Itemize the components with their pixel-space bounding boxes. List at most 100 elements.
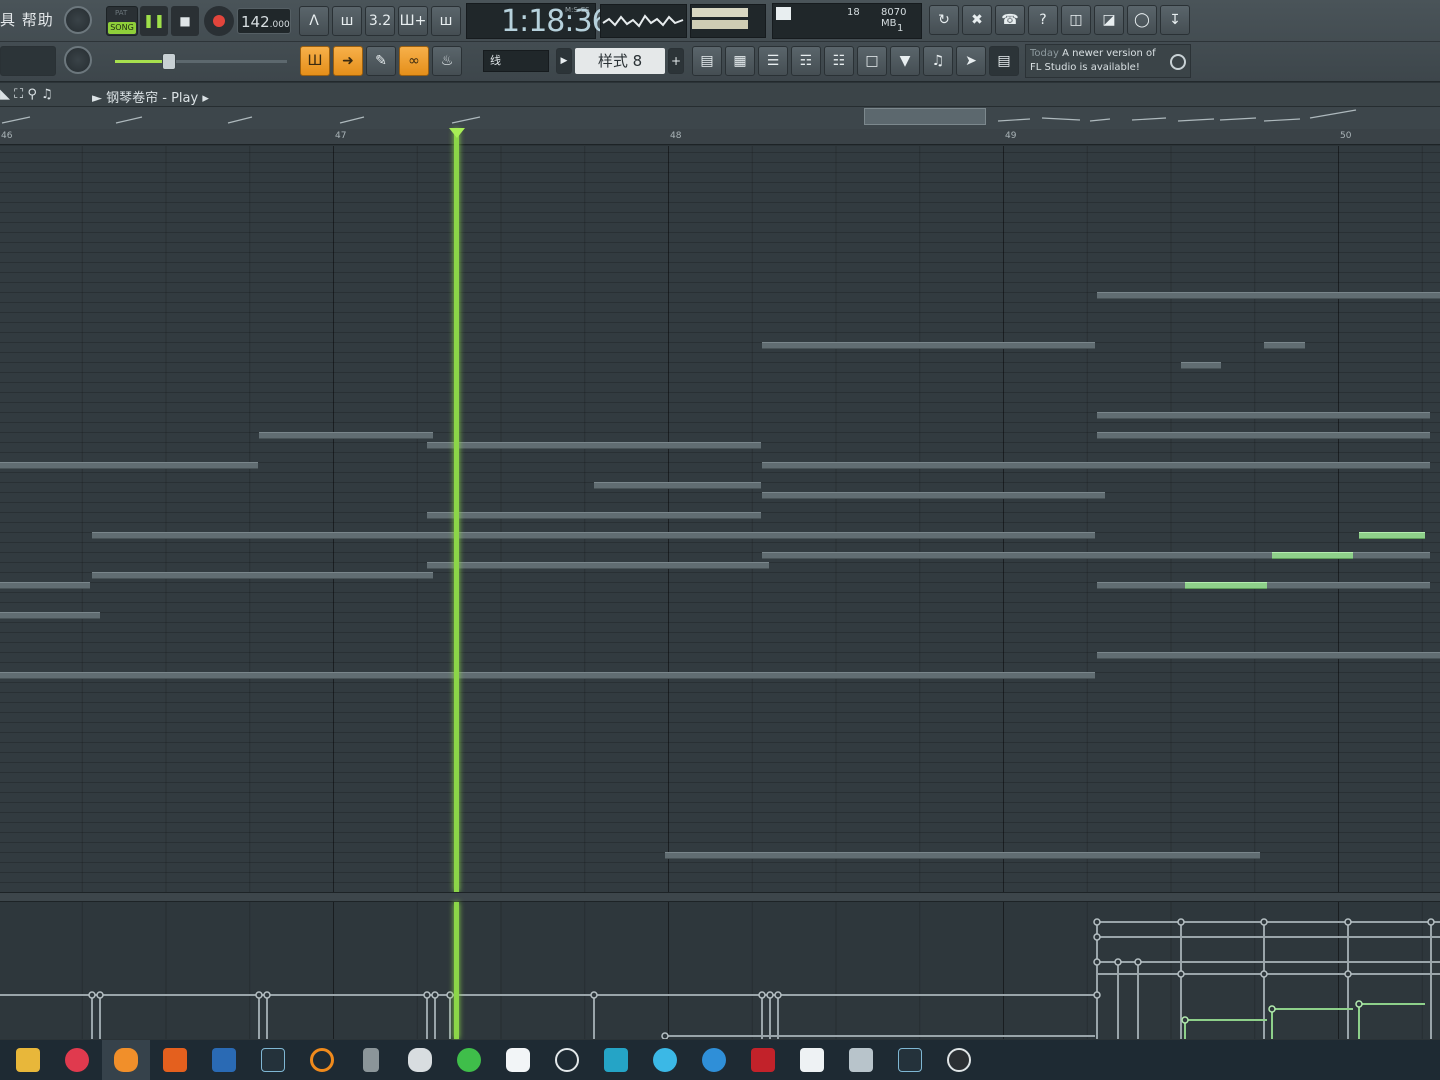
- event-editor-splitter[interactable]: [0, 892, 1440, 902]
- gecko-icon[interactable]: [408, 1048, 432, 1072]
- countdown-button[interactable]: 3.2: [365, 6, 395, 36]
- note[interactable]: [1097, 412, 1430, 419]
- master-volume-thumb[interactable]: [162, 53, 176, 70]
- plugin-button[interactable]: ▼: [890, 46, 920, 76]
- note[interactable]: [1097, 652, 1440, 659]
- pattern-selector[interactable]: 样式 8: [575, 48, 665, 74]
- pattern-prev-button[interactable]: ▶: [556, 48, 572, 74]
- loop-record-button[interactable]: ш: [431, 6, 461, 36]
- file-explorer-icon[interactable]: [16, 1048, 40, 1072]
- undo-history-button[interactable]: ↻: [929, 5, 959, 35]
- download-button[interactable]: ↧: [1160, 5, 1190, 35]
- chat-button[interactable]: ◯: [1127, 5, 1157, 35]
- fl-studio-icon[interactable]: [114, 1048, 138, 1072]
- time-display[interactable]: 1:18:36 M:S:CS: [466, 3, 611, 39]
- piano-roll-tool-icons[interactable]: ◣ ⛶ ⚲ ♫: [0, 87, 53, 102]
- mic-button[interactable]: ☎: [995, 5, 1025, 35]
- help-button[interactable]: ?: [1028, 5, 1058, 35]
- note[interactable]: [259, 432, 433, 439]
- note[interactable]: [1097, 432, 1430, 439]
- note[interactable]: [0, 462, 258, 469]
- wavelab-icon[interactable]: [751, 1048, 775, 1072]
- tempo-tapper-button[interactable]: ♫: [923, 46, 953, 76]
- wechat-icon[interactable]: [457, 1048, 481, 1072]
- piano-roll-overview[interactable]: [0, 107, 1440, 129]
- snap-select[interactable]: 线: [483, 50, 549, 72]
- cut-button[interactable]: ✖: [962, 5, 992, 35]
- note[interactable]: [0, 672, 1095, 679]
- step-edit-button[interactable]: Ш+: [398, 6, 428, 36]
- link-button[interactable]: ∞: [399, 46, 429, 76]
- note[interactable]: [427, 512, 761, 519]
- note[interactable]: [92, 572, 433, 579]
- timeline-ruler[interactable]: 46 47 48 49 50: [0, 129, 1440, 145]
- add-pattern-button[interactable]: +: [668, 48, 684, 74]
- studio-app-icon[interactable]: [163, 1048, 187, 1072]
- note[interactable]: [427, 562, 769, 569]
- netease-music-icon[interactable]: [65, 1048, 89, 1072]
- record-button[interactable]: [204, 6, 234, 36]
- openai-icon[interactable]: [555, 1048, 579, 1072]
- note[interactable]: [665, 852, 1260, 859]
- globe-icon[interactable]: [1170, 54, 1186, 70]
- note[interactable]: [762, 342, 1095, 349]
- photos-icon[interactable]: [849, 1048, 873, 1072]
- dots-app-icon[interactable]: [800, 1048, 824, 1072]
- note[interactable]: [594, 482, 761, 489]
- cpu-memory-panel[interactable]: 18 8070 MB 1: [772, 3, 922, 39]
- selected-note[interactable]: [1272, 552, 1353, 559]
- nuendo-2-icon[interactable]: [898, 1048, 922, 1072]
- oscilloscope[interactable]: [600, 4, 687, 38]
- note[interactable]: [92, 532, 1095, 539]
- pat-song-toggle[interactable]: PAT SONG: [106, 6, 138, 36]
- feedback-button[interactable]: ➤: [956, 46, 986, 76]
- piano-roll-button[interactable]: Ш: [300, 46, 330, 76]
- pause-button[interactable]: ❚❚: [140, 6, 168, 36]
- velocity-editor[interactable]: [0, 902, 1440, 1040]
- menu-bar[interactable]: 具 帮助: [0, 9, 54, 30]
- cluster-icon[interactable]: [653, 1048, 677, 1072]
- note[interactable]: [1264, 342, 1305, 349]
- playhead-marker-icon[interactable]: [449, 128, 465, 138]
- save-button[interactable]: ◫: [1061, 5, 1091, 35]
- note[interactable]: [762, 462, 1430, 469]
- snowflake-icon[interactable]: [702, 1048, 726, 1072]
- news-panel[interactable]: Today A newer version of FL Studio is av…: [1025, 44, 1191, 78]
- mixer-button[interactable]: ☶: [791, 46, 821, 76]
- chevron-right-icon[interactable]: ▸: [202, 91, 209, 106]
- note[interactable]: [0, 612, 100, 619]
- note[interactable]: [1181, 362, 1221, 369]
- selected-note[interactable]: [1185, 582, 1267, 589]
- export-button[interactable]: ◪: [1094, 5, 1124, 35]
- recorder-icon[interactable]: [947, 1048, 971, 1072]
- overview-viewport[interactable]: [864, 108, 986, 125]
- piano-roll-view-button[interactable]: ▦: [725, 46, 755, 76]
- screen-share-icon[interactable]: [604, 1048, 628, 1072]
- search-app-icon[interactable]: [310, 1048, 334, 1072]
- master-pitch-knob[interactable]: [64, 46, 92, 74]
- note[interactable]: [0, 582, 90, 589]
- selected-note[interactable]: [1359, 532, 1425, 539]
- playlist-button[interactable]: ▤: [692, 46, 722, 76]
- capcut-icon[interactable]: [212, 1048, 236, 1072]
- note[interactable]: [762, 492, 1105, 499]
- draw-tool-button[interactable]: ✎: [366, 46, 396, 76]
- metronome-button[interactable]: Λ: [299, 6, 329, 36]
- master-volume-knob[interactable]: [64, 6, 92, 34]
- note[interactable]: [427, 442, 761, 449]
- browser-button[interactable]: ☷: [824, 46, 854, 76]
- stamp-button[interactable]: ♨: [432, 46, 462, 76]
- note[interactable]: [1097, 292, 1440, 299]
- playhead[interactable]: [454, 129, 459, 892]
- wait-input-button[interactable]: ш: [332, 6, 362, 36]
- project-button[interactable]: □: [857, 46, 887, 76]
- channel-rack-button[interactable]: ☰: [758, 46, 788, 76]
- cart-button[interactable]: ▤: [989, 46, 1019, 76]
- tempo-display[interactable]: 142.000: [237, 8, 291, 34]
- storage-icon[interactable]: [363, 1048, 379, 1072]
- stop-button[interactable]: ■: [171, 6, 199, 36]
- arrow-tool-button[interactable]: ➜: [333, 46, 363, 76]
- cloud-icon[interactable]: [506, 1048, 530, 1072]
- note-grid[interactable]: [0, 146, 1440, 892]
- nuendo-icon[interactable]: [261, 1048, 285, 1072]
